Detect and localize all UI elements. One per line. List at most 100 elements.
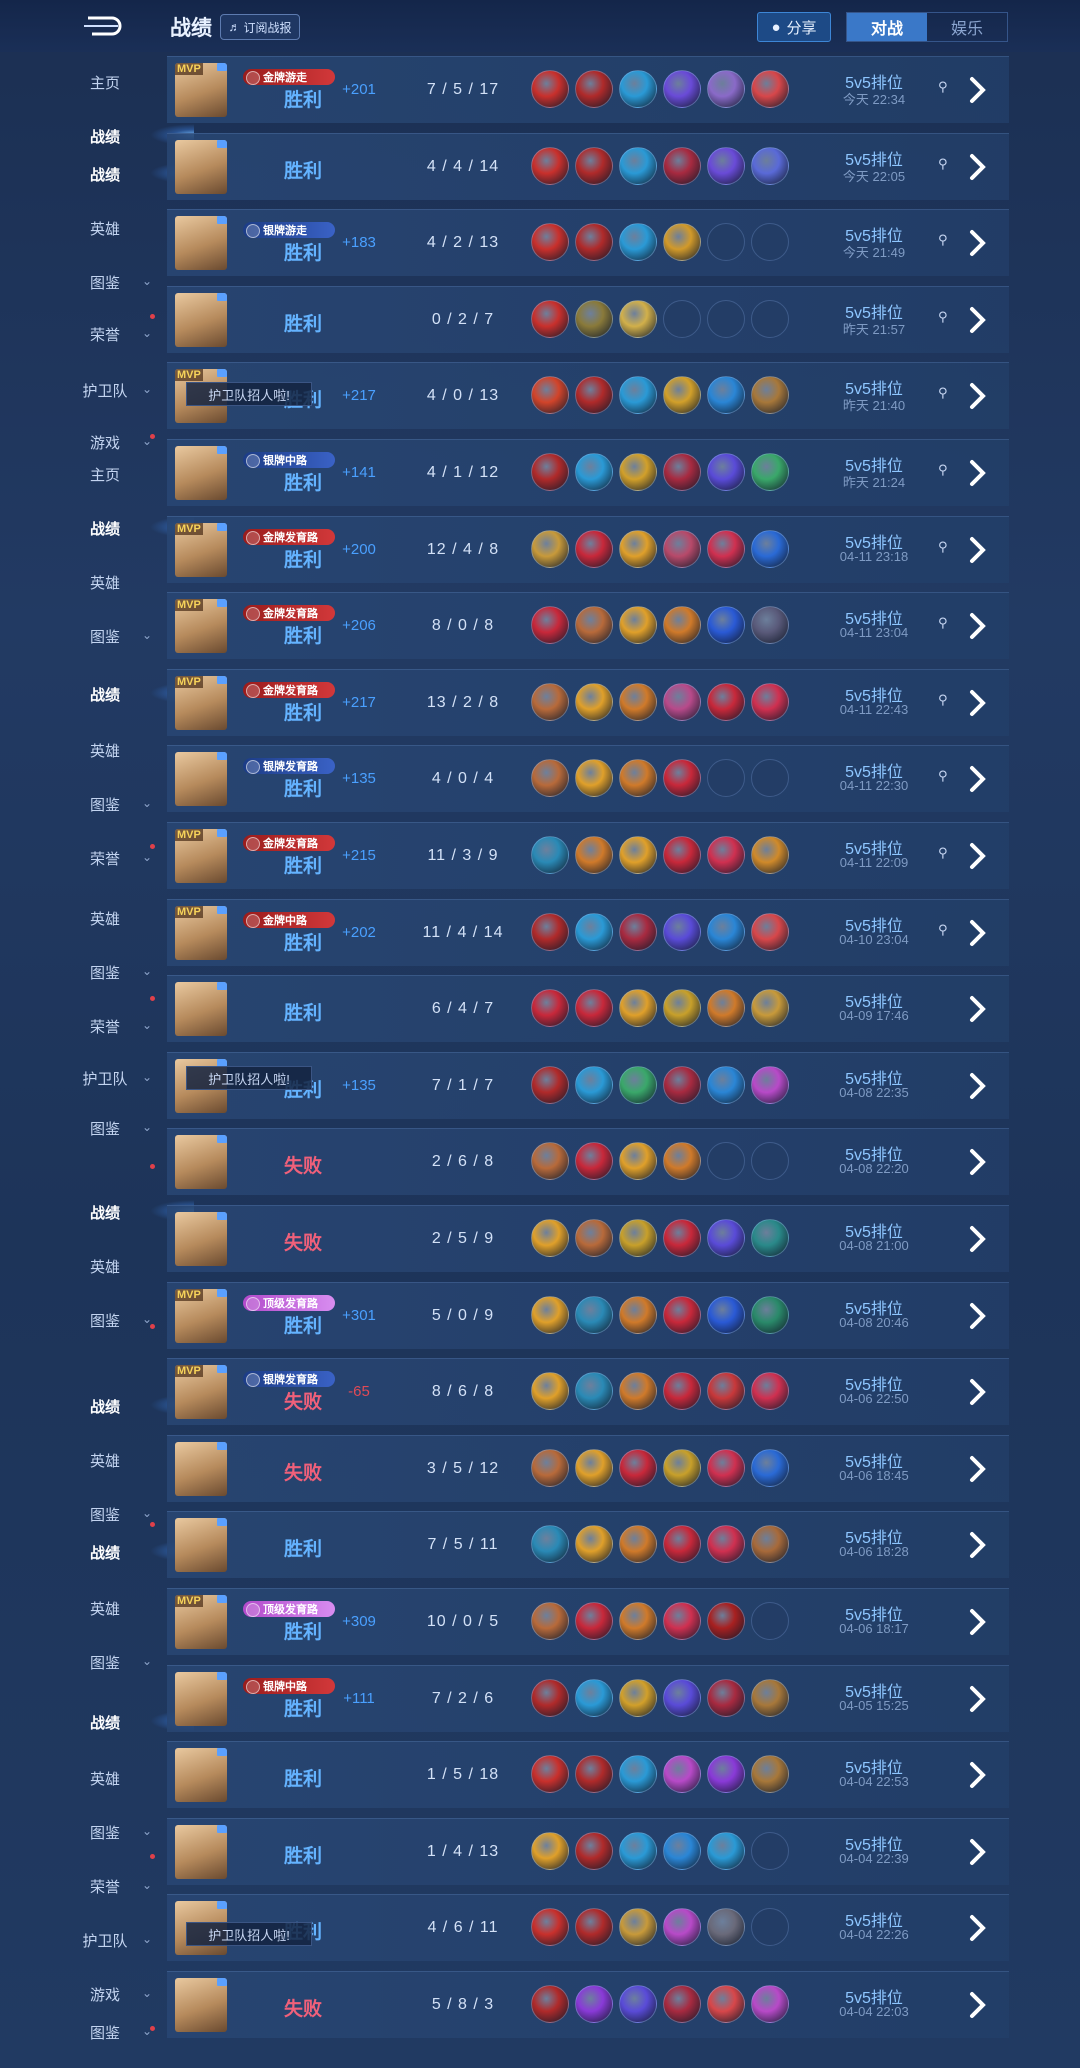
nav-item[interactable]: 游戏 ⌄ — [70, 432, 180, 453]
chevron-right-icon[interactable] — [967, 226, 989, 260]
inspect-icon[interactable]: ⚲ — [938, 922, 948, 938]
chevron-right-icon[interactable] — [967, 1988, 989, 2022]
nav-item[interactable]: 战绩 — [70, 1200, 194, 1223]
chevron-right-icon[interactable] — [967, 379, 989, 413]
match-row[interactable]: 银牌游走 胜利 +183 4 / 2 / 13 5v5排位 今天 21:49 ⚲ — [167, 209, 1009, 277]
match-row[interactable]: 失败 2 / 6 / 8 5v5排位 04-08 22:20 — [167, 1128, 1009, 1196]
chevron-right-icon[interactable] — [967, 73, 989, 107]
match-row[interactable]: MVP 金牌发育路 胜利 +217 13 / 2 / 8 5v5排位 04-11 22:43… — [167, 668, 1009, 736]
match-row[interactable]: 银牌中路 胜利 +141 4 / 1 / 12 5v5排位 昨天 21:24 ⚲ — [167, 439, 1009, 506]
inspect-icon[interactable]: ⚲ — [938, 462, 948, 478]
chevron-right-icon[interactable] — [967, 1682, 989, 1716]
inspect-icon[interactable]: ⚲ — [938, 539, 948, 555]
nav-item[interactable]: 英雄 — [70, 740, 180, 761]
match-row[interactable]: 胜利 4 / 4 / 14 5v5排位 今天 22:05 ⚲ — [167, 132, 1009, 200]
nav-item[interactable]: 图鉴 ⌄ — [70, 1310, 180, 1331]
chevron-right-icon[interactable] — [967, 686, 989, 720]
inspect-icon[interactable]: ⚲ — [938, 385, 948, 401]
nav-item[interactable]: 战绩 — [70, 1710, 194, 1733]
match-row[interactable]: MVP 金牌发育路 胜利 +215 11 / 3 / 9 5v5排位 04-11 22:09… — [167, 822, 1009, 889]
inspect-icon[interactable]: ⚲ — [938, 156, 948, 172]
nav-item[interactable]: 图鉴 ⌄ — [70, 272, 180, 293]
chevron-right-icon[interactable] — [967, 150, 989, 184]
match-row[interactable]: MVP 金牌发育路 胜利 +206 8 / 0 / 8 5v5排位 04-11 23:04 ⚲ — [167, 592, 1009, 660]
nav-item[interactable]: 英雄 — [70, 1598, 180, 1619]
nav-item[interactable]: 战绩 — [70, 1394, 194, 1417]
match-row[interactable]: MVP 金牌发育路 胜利 +200 12 / 4 / 8 5v5排位 04-11 23:18… — [167, 515, 1009, 583]
chevron-right-icon[interactable] — [967, 1299, 989, 1333]
chevron-right-icon[interactable] — [967, 1069, 989, 1103]
chevron-right-icon[interactable] — [967, 1222, 989, 1256]
inspect-icon[interactable]: ⚲ — [938, 232, 948, 248]
match-row[interactable]: 胜利 6 / 4 / 7 5v5排位 04-09 17:46 — [167, 975, 1009, 1043]
nav-item[interactable]: 护卫队 ⌄ — [70, 1068, 180, 1089]
nav-item[interactable]: 主页 — [70, 464, 180, 485]
nav-item[interactable]: 图鉴 ⌄ — [70, 1504, 180, 1525]
nav-item[interactable]: 荣誉 ⌄ — [70, 1876, 180, 1897]
inspect-icon[interactable]: ⚲ — [938, 692, 948, 708]
nav-item[interactable]: 战绩 — [70, 682, 194, 705]
chevron-right-icon[interactable] — [967, 1452, 989, 1486]
nav-item[interactable]: 英雄 — [70, 1256, 180, 1277]
chevron-right-icon[interactable] — [967, 1758, 989, 1792]
nav-item[interactable]: 游戏 ⌄ — [70, 1984, 180, 2005]
chevron-right-icon[interactable] — [967, 1375, 989, 1409]
nav-item[interactable]: 图鉴 ⌄ — [70, 794, 180, 815]
share-button[interactable]: ● 分享 — [757, 12, 831, 42]
match-row[interactable]: MVP 金牌中路 胜利 +202 11 / 4 / 14 5v5排位 04-10 23:04… — [167, 898, 1009, 966]
match-row[interactable]: MVP 顶级发育路 胜利 +309 10 / 0 / 5 5v5排位 04-06 18:17 — [167, 1588, 1009, 1655]
match-row[interactable]: 胜利 1 / 5 / 18 5v5排位 04-04 22:53 — [167, 1741, 1009, 1809]
chevron-right-icon[interactable] — [967, 533, 989, 567]
inspect-icon[interactable]: ⚲ — [938, 79, 948, 95]
chevron-right-icon[interactable] — [967, 456, 989, 490]
chevron-right-icon[interactable] — [967, 762, 989, 796]
nav-item[interactable]: 战绩 — [70, 516, 194, 539]
nav-item[interactable]: 主页 — [70, 72, 180, 93]
match-row[interactable]: MVP 金牌游走 胜利 +201 7 / 5 / 17 5v5排位 今天 22:34 ⚲ — [167, 56, 1009, 123]
nav-item[interactable]: 图鉴 ⌄ — [70, 1118, 180, 1139]
nav-item[interactable]: 图鉴 ⌄ — [70, 2022, 180, 2043]
match-row[interactable]: 胜利 0 / 2 / 7 5v5排位 昨天 21:57 ⚲ — [167, 285, 1009, 353]
back-icon[interactable] — [82, 14, 126, 38]
match-row[interactable]: 失败 5 / 8 / 3 5v5排位 04-04 22:03 — [167, 1971, 1009, 2038]
nav-item[interactable]: 图鉴 ⌄ — [70, 626, 180, 647]
tab-entertainment[interactable]: 娱乐 — [927, 13, 1007, 41]
match-row[interactable]: MVP 顶级发育路 胜利 +301 5 / 0 / 9 5v5排位 04-08 20:46 — [167, 1281, 1009, 1349]
nav-item[interactable]: 英雄 — [70, 1450, 180, 1471]
chevron-right-icon[interactable] — [967, 1911, 989, 1945]
chevron-right-icon[interactable] — [967, 916, 989, 950]
nav-item[interactable]: 战绩 — [70, 1540, 194, 1563]
match-row[interactable]: 失败 3 / 5 / 12 5v5排位 04-06 18:45 — [167, 1434, 1009, 1502]
chevron-right-icon[interactable] — [967, 839, 989, 873]
nav-item[interactable]: 图鉴 ⌄ — [70, 1822, 180, 1843]
inspect-icon[interactable]: ⚲ — [938, 309, 948, 325]
nav-item[interactable]: 荣誉 ⌄ — [70, 848, 180, 869]
nav-item[interactable]: 护卫队 ⌄ — [70, 1930, 180, 1951]
nav-item[interactable]: 战绩 — [70, 162, 194, 185]
inspect-icon[interactable]: ⚲ — [938, 845, 948, 861]
nav-item[interactable]: 荣誉 ⌄ — [70, 324, 180, 345]
match-row[interactable]: 银牌发育路 胜利 +135 4 / 0 / 4 5v5排位 04-11 22:30 ⚲ — [167, 745, 1009, 813]
subscribe-report-button[interactable]: ♬ 订阅战报 — [220, 14, 300, 40]
nav-item[interactable]: 英雄 — [70, 218, 180, 239]
nav-item[interactable]: 英雄 — [70, 1768, 180, 1789]
nav-item[interactable]: 战绩 — [70, 124, 194, 147]
chevron-right-icon[interactable] — [967, 1835, 989, 1869]
match-row[interactable]: 银牌中路 胜利 +111 7 / 2 / 6 5v5排位 04-05 15:25 — [167, 1664, 1009, 1732]
tab-battle[interactable]: 对战 — [847, 13, 927, 41]
chevron-right-icon[interactable] — [967, 1145, 989, 1179]
chevron-right-icon[interactable] — [967, 609, 989, 643]
nav-item[interactable]: 图鉴 ⌄ — [70, 962, 180, 983]
nav-item[interactable]: 英雄 — [70, 908, 180, 929]
match-row[interactable]: 胜利 1 / 4 / 13 5v5排位 04-04 22:39 — [167, 1817, 1009, 1885]
chevron-right-icon[interactable] — [967, 1605, 989, 1639]
chevron-right-icon[interactable] — [967, 992, 989, 1026]
nav-item[interactable]: 荣誉 ⌄ — [70, 1016, 180, 1037]
nav-item[interactable]: 英雄 — [70, 572, 180, 593]
inspect-icon[interactable]: ⚲ — [938, 768, 948, 784]
match-row[interactable]: 失败 2 / 5 / 9 5v5排位 04-08 21:00 — [167, 1205, 1009, 1272]
nav-item[interactable]: 护卫队 ⌄ — [70, 380, 180, 401]
match-row[interactable]: MVP 银牌发育路 失败 -65 8 / 6 / 8 5v5排位 04-06 22:50 — [167, 1358, 1009, 1426]
nav-item[interactable]: 图鉴 ⌄ — [70, 1652, 180, 1673]
match-row[interactable]: 胜利 7 / 5 / 11 5v5排位 04-06 18:28 — [167, 1511, 1009, 1579]
